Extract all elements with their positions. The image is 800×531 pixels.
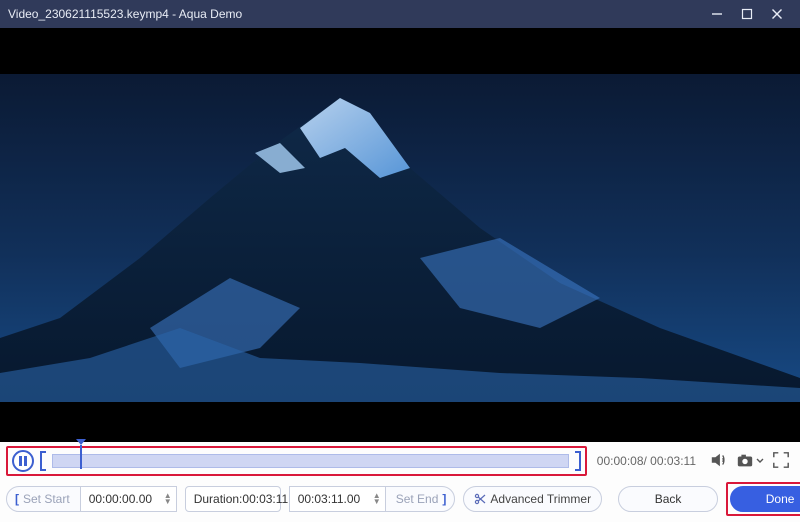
seek-slider[interactable] <box>52 450 569 472</box>
done-button[interactable]: Done <box>730 486 800 512</box>
scissors-icon <box>474 493 486 505</box>
back-label: Back <box>655 492 682 506</box>
window-title: Video_230621115523.keymp4 - Aqua Demo <box>8 7 702 21</box>
snapshot-button[interactable] <box>736 452 764 470</box>
volume-button[interactable] <box>710 451 728 472</box>
close-button[interactable] <box>762 0 792 28</box>
video-preview[interactable] <box>0 28 800 442</box>
set-end-group: 00:03:11.00 ▲▼ Set End ] <box>289 486 456 512</box>
done-label: Done <box>766 492 795 506</box>
set-start-label: Set Start <box>23 492 70 506</box>
back-button[interactable]: Back <box>618 486 718 512</box>
start-time-value: 00:00:00.00 <box>89 492 160 506</box>
titlebar: Video_230621115523.keymp4 - Aqua Demo <box>0 0 800 28</box>
set-start-button[interactable]: [ Set Start <box>6 486 81 512</box>
done-highlight-box: Done <box>726 482 800 516</box>
start-time-stepper[interactable]: ▲▼ <box>164 493 172 505</box>
end-time-value: 00:03:11.00 <box>298 492 369 506</box>
advanced-trimmer-button[interactable]: Advanced Trimmer <box>463 486 602 512</box>
trim-end-bracket-icon <box>575 451 581 471</box>
bracket-close-icon: ] <box>442 492 446 506</box>
set-end-button[interactable]: Set End ] <box>385 486 456 512</box>
bracket-open-icon: [ <box>15 492 19 506</box>
chevron-down-icon <box>756 457 764 465</box>
duration-label: Duration: <box>194 492 243 506</box>
minimize-button[interactable] <box>702 0 732 28</box>
start-time-input[interactable]: 00:00:00.00 ▲▼ <box>81 486 177 512</box>
trim-row: [ Set Start 00:00:00.00 ▲▼ Duration: 00:… <box>6 482 794 516</box>
end-time-input[interactable]: 00:03:11.00 ▲▼ <box>289 486 385 512</box>
playhead-handle[interactable] <box>80 445 82 469</box>
set-end-label: Set End <box>396 492 439 506</box>
pause-icon <box>18 456 28 466</box>
playback-highlight-box <box>6 446 587 476</box>
trim-start-bracket-icon <box>40 451 46 471</box>
duration-value: 00:03:11 <box>242 492 288 506</box>
volume-icon <box>710 451 728 469</box>
camera-icon <box>736 452 754 470</box>
controls-panel: 00:00:08/ 00:03:11 [ Set Start 0 <box>0 442 800 522</box>
set-start-group: [ Set Start 00:00:00.00 ▲▼ <box>6 486 177 512</box>
minimize-icon <box>711 8 723 20</box>
time-display: 00:00:08/ 00:03:11 <box>593 454 700 468</box>
fullscreen-button[interactable] <box>772 451 790 472</box>
fullscreen-icon <box>772 451 790 469</box>
duration-input[interactable]: Duration: 00:03:11 ▲▼ <box>185 486 281 512</box>
advanced-trimmer-label: Advanced Trimmer <box>490 492 591 506</box>
video-frame-image <box>0 28 800 442</box>
playback-row: 00:00:08/ 00:03:11 <box>6 446 794 476</box>
end-time-stepper[interactable]: ▲▼ <box>373 493 381 505</box>
close-icon <box>771 8 783 20</box>
play-pause-button[interactable] <box>12 450 34 472</box>
maximize-icon <box>741 8 753 20</box>
maximize-button[interactable] <box>732 0 762 28</box>
